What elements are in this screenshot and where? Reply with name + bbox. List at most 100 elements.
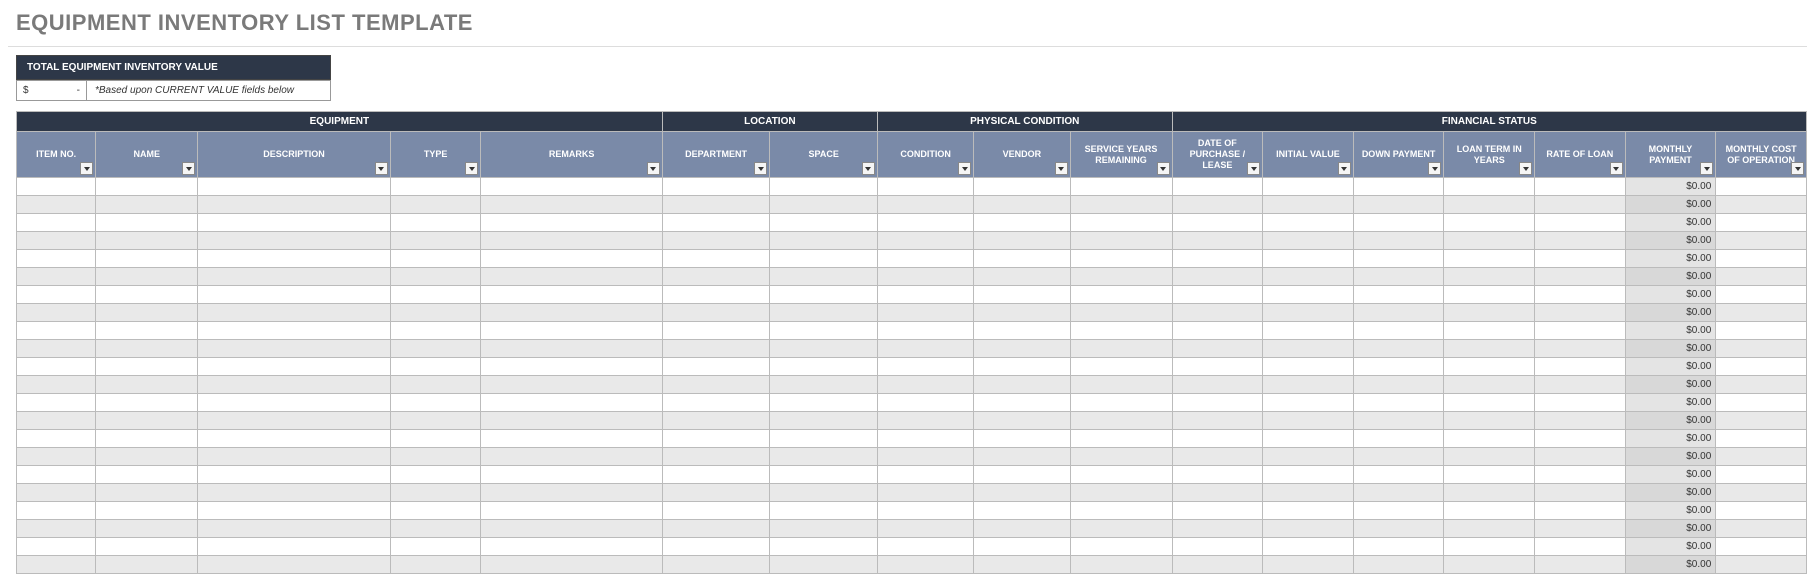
table-cell[interactable] <box>1070 412 1172 430</box>
table-cell[interactable] <box>96 250 198 268</box>
table-cell[interactable] <box>1353 322 1444 340</box>
table-cell[interactable] <box>1070 358 1172 376</box>
table-cell[interactable] <box>770 214 878 232</box>
table-cell[interactable] <box>1353 484 1444 502</box>
table-cell[interactable] <box>1263 538 1354 556</box>
table-cell[interactable] <box>1444 268 1535 286</box>
table-cell[interactable] <box>1716 214 1807 232</box>
table-cell[interactable] <box>662 466 770 484</box>
table-cell[interactable] <box>198 484 391 502</box>
table-cell[interactable] <box>1716 250 1807 268</box>
table-cell[interactable] <box>1716 430 1807 448</box>
table-cell[interactable] <box>1070 448 1172 466</box>
table-cell[interactable] <box>481 520 662 538</box>
table-cell[interactable] <box>1716 286 1807 304</box>
table-cell[interactable] <box>770 358 878 376</box>
table-cell[interactable] <box>662 412 770 430</box>
table-cell[interactable] <box>770 304 878 322</box>
table-cell[interactable] <box>770 430 878 448</box>
table-cell[interactable] <box>1353 430 1444 448</box>
table-cell[interactable] <box>96 412 198 430</box>
table-cell[interactable] <box>662 556 770 574</box>
table-cell[interactable]: $0.00 <box>1625 412 1716 430</box>
table-cell[interactable] <box>1070 520 1172 538</box>
table-cell[interactable] <box>974 520 1070 538</box>
table-cell[interactable] <box>481 556 662 574</box>
table-cell[interactable] <box>1263 448 1354 466</box>
table-cell[interactable] <box>1172 538 1263 556</box>
table-cell[interactable] <box>974 376 1070 394</box>
table-cell[interactable] <box>1716 394 1807 412</box>
table-cell[interactable] <box>877 286 973 304</box>
filter-dropdown-icon[interactable] <box>754 162 767 175</box>
table-cell[interactable] <box>770 448 878 466</box>
table-cell[interactable] <box>1535 232 1626 250</box>
table-cell[interactable] <box>390 286 481 304</box>
table-cell[interactable] <box>481 250 662 268</box>
table-cell[interactable] <box>17 376 96 394</box>
summary-value-cell[interactable]: $ - <box>17 81 87 100</box>
table-cell[interactable] <box>1353 196 1444 214</box>
table-cell[interactable]: $0.00 <box>1625 358 1716 376</box>
table-cell[interactable] <box>1172 394 1263 412</box>
table-cell[interactable] <box>1444 466 1535 484</box>
table-cell[interactable] <box>770 538 878 556</box>
table-cell[interactable] <box>974 394 1070 412</box>
table-cell[interactable] <box>662 502 770 520</box>
table-cell[interactable] <box>198 250 391 268</box>
table-cell[interactable] <box>1172 502 1263 520</box>
table-cell[interactable] <box>17 196 96 214</box>
table-cell[interactable] <box>96 430 198 448</box>
table-cell[interactable] <box>198 412 391 430</box>
table-cell[interactable] <box>1353 358 1444 376</box>
table-cell[interactable] <box>1716 358 1807 376</box>
table-cell[interactable] <box>17 232 96 250</box>
table-cell[interactable] <box>198 304 391 322</box>
table-cell[interactable] <box>390 430 481 448</box>
table-cell[interactable] <box>1535 466 1626 484</box>
table-cell[interactable] <box>1535 502 1626 520</box>
table-cell[interactable] <box>17 304 96 322</box>
table-cell[interactable] <box>96 556 198 574</box>
table-cell[interactable] <box>1070 178 1172 196</box>
table-cell[interactable] <box>974 466 1070 484</box>
table-cell[interactable] <box>1444 430 1535 448</box>
table-cell[interactable]: $0.00 <box>1625 484 1716 502</box>
table-cell[interactable] <box>17 322 96 340</box>
table-cell[interactable] <box>96 214 198 232</box>
table-cell[interactable] <box>1172 520 1263 538</box>
table-cell[interactable] <box>1716 484 1807 502</box>
table-cell[interactable] <box>770 376 878 394</box>
table-cell[interactable] <box>1172 484 1263 502</box>
table-cell[interactable] <box>974 304 1070 322</box>
table-cell[interactable] <box>974 322 1070 340</box>
table-cell[interactable] <box>481 214 662 232</box>
table-cell[interactable] <box>662 232 770 250</box>
table-cell[interactable] <box>390 322 481 340</box>
table-cell[interactable] <box>17 358 96 376</box>
table-cell[interactable] <box>17 340 96 358</box>
table-cell[interactable] <box>1444 178 1535 196</box>
table-cell[interactable] <box>198 214 391 232</box>
table-cell[interactable] <box>481 232 662 250</box>
table-cell[interactable] <box>1172 268 1263 286</box>
table-cell[interactable] <box>1716 502 1807 520</box>
table-cell[interactable] <box>481 304 662 322</box>
table-cell[interactable] <box>481 538 662 556</box>
table-cell[interactable] <box>1535 412 1626 430</box>
table-cell[interactable] <box>390 448 481 466</box>
table-cell[interactable] <box>662 322 770 340</box>
table-cell[interactable] <box>17 430 96 448</box>
table-cell[interactable] <box>1172 448 1263 466</box>
table-cell[interactable] <box>17 538 96 556</box>
table-cell[interactable] <box>96 196 198 214</box>
table-cell[interactable] <box>1535 268 1626 286</box>
table-cell[interactable] <box>1716 448 1807 466</box>
table-cell[interactable] <box>1172 412 1263 430</box>
table-cell[interactable] <box>877 322 973 340</box>
table-cell[interactable] <box>770 250 878 268</box>
table-cell[interactable] <box>877 232 973 250</box>
table-cell[interactable] <box>1716 412 1807 430</box>
filter-dropdown-icon[interactable] <box>647 162 660 175</box>
table-cell[interactable] <box>1716 304 1807 322</box>
